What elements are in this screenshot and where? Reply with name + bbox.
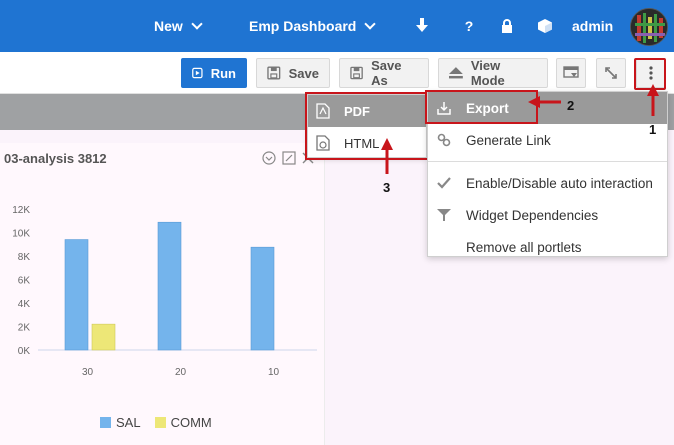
bar-chart: 0K 2K 4K 6K 8K 10K 12K 30 20 10	[12, 205, 317, 378]
lock-icon[interactable]	[500, 0, 514, 52]
avatar[interactable]	[630, 8, 668, 46]
x-tick-label: 20	[175, 367, 187, 378]
check-icon	[436, 177, 452, 189]
x-tick-label: 10	[268, 367, 280, 378]
collapse-icon[interactable]	[262, 151, 276, 165]
filter-panel-icon	[563, 66, 579, 78]
download-icon[interactable]	[414, 0, 430, 52]
remove-portlets-label: Remove all portlets	[466, 239, 582, 255]
link-icon	[436, 133, 452, 147]
y-tick-label: 2K	[18, 323, 31, 334]
view-mode-label: View Mode	[470, 58, 505, 88]
annotation-highlight-kebab	[634, 58, 666, 90]
view-mode-button[interactable]: View Mode	[438, 58, 548, 88]
chevron-down-icon	[364, 17, 377, 30]
legend-item-sal[interactable]: SAL	[100, 415, 141, 430]
eject-icon	[449, 67, 463, 79]
filter-icon	[436, 208, 452, 222]
legend-swatch-sal	[100, 417, 111, 428]
y-tick-label: 6K	[18, 276, 31, 287]
bar-sal	[157, 221, 182, 351]
user-menu[interactable]: admin	[572, 0, 613, 52]
maximize-icon[interactable]	[282, 151, 296, 165]
run-label: Run	[210, 65, 236, 81]
bar-sal	[250, 246, 275, 351]
y-tick-label: 4K	[18, 299, 31, 310]
generate-link-label: Generate Link	[466, 132, 551, 148]
legend-swatch-comm	[154, 417, 166, 428]
new-menu-label: New	[154, 18, 183, 34]
chevron-down-icon	[191, 17, 203, 30]
y-tick-label: 12K	[12, 205, 30, 216]
y-tick-label: 8K	[18, 252, 31, 263]
filter-panel-button[interactable]	[556, 58, 586, 88]
cube-icon[interactable]	[537, 0, 553, 52]
auto-interaction-label: Enable/Disable auto interaction	[466, 175, 653, 191]
dashboard-toolbar: Run Save Save As View Mode	[0, 52, 674, 94]
bar-comm	[91, 323, 116, 351]
y-tick-label: 0K	[18, 346, 31, 357]
y-tick-label: 10K	[12, 229, 30, 240]
widget-dependencies-menu-item[interactable]: Widget Dependencies	[428, 199, 667, 231]
save-icon	[267, 66, 281, 80]
top-navigation-bar: New Emp Dashboard ? admin	[0, 0, 674, 52]
fullscreen-button[interactable]	[596, 58, 626, 88]
run-button[interactable]: Run	[181, 58, 247, 88]
annotation-highlight-submenu	[305, 92, 429, 160]
new-menu[interactable]: New	[154, 0, 203, 52]
bar-sal	[64, 239, 89, 351]
dashboard-menu[interactable]: Emp Dashboard	[249, 0, 377, 52]
dashboard-menu-label: Emp Dashboard	[249, 18, 357, 34]
annotation-number-1: 1	[649, 122, 657, 137]
x-tick-label: 30	[82, 367, 94, 378]
legend-label-comm: COMM	[170, 415, 212, 430]
generate-link-menu-item[interactable]: Generate Link	[428, 124, 667, 156]
save-as-icon	[350, 66, 363, 80]
widget-dependencies-label: Widget Dependencies	[466, 207, 599, 223]
portlet-title: 03-analysis 3812	[4, 151, 107, 166]
save-as-label: Save As	[371, 58, 402, 88]
auto-interaction-menu-item[interactable]: Enable/Disable auto interaction	[428, 167, 667, 199]
chart-portlet: 03-analysis 3812 0K 2K 4K 6K 8K 10K 12K 30 20 10 …	[0, 143, 325, 445]
annotation-highlight-export	[425, 90, 538, 124]
play-icon	[192, 67, 203, 79]
user-name: admin	[572, 18, 614, 34]
expand-icon	[605, 67, 617, 79]
chart-legend: SAL COMM	[100, 415, 212, 430]
legend-item-comm[interactable]: COMM	[154, 415, 212, 430]
legend-label-sal: SAL	[116, 415, 141, 430]
annotation-number-2: 2	[567, 98, 575, 113]
save-button[interactable]: Save	[256, 58, 330, 88]
save-label: Save	[288, 65, 319, 81]
menu-divider	[428, 161, 667, 162]
remove-portlets-menu-item[interactable]: Remove all portlets	[428, 231, 667, 263]
annotation-number-3: 3	[383, 180, 391, 195]
help-icon[interactable]: ?	[462, 0, 476, 52]
save-as-button[interactable]: Save As	[339, 58, 429, 88]
